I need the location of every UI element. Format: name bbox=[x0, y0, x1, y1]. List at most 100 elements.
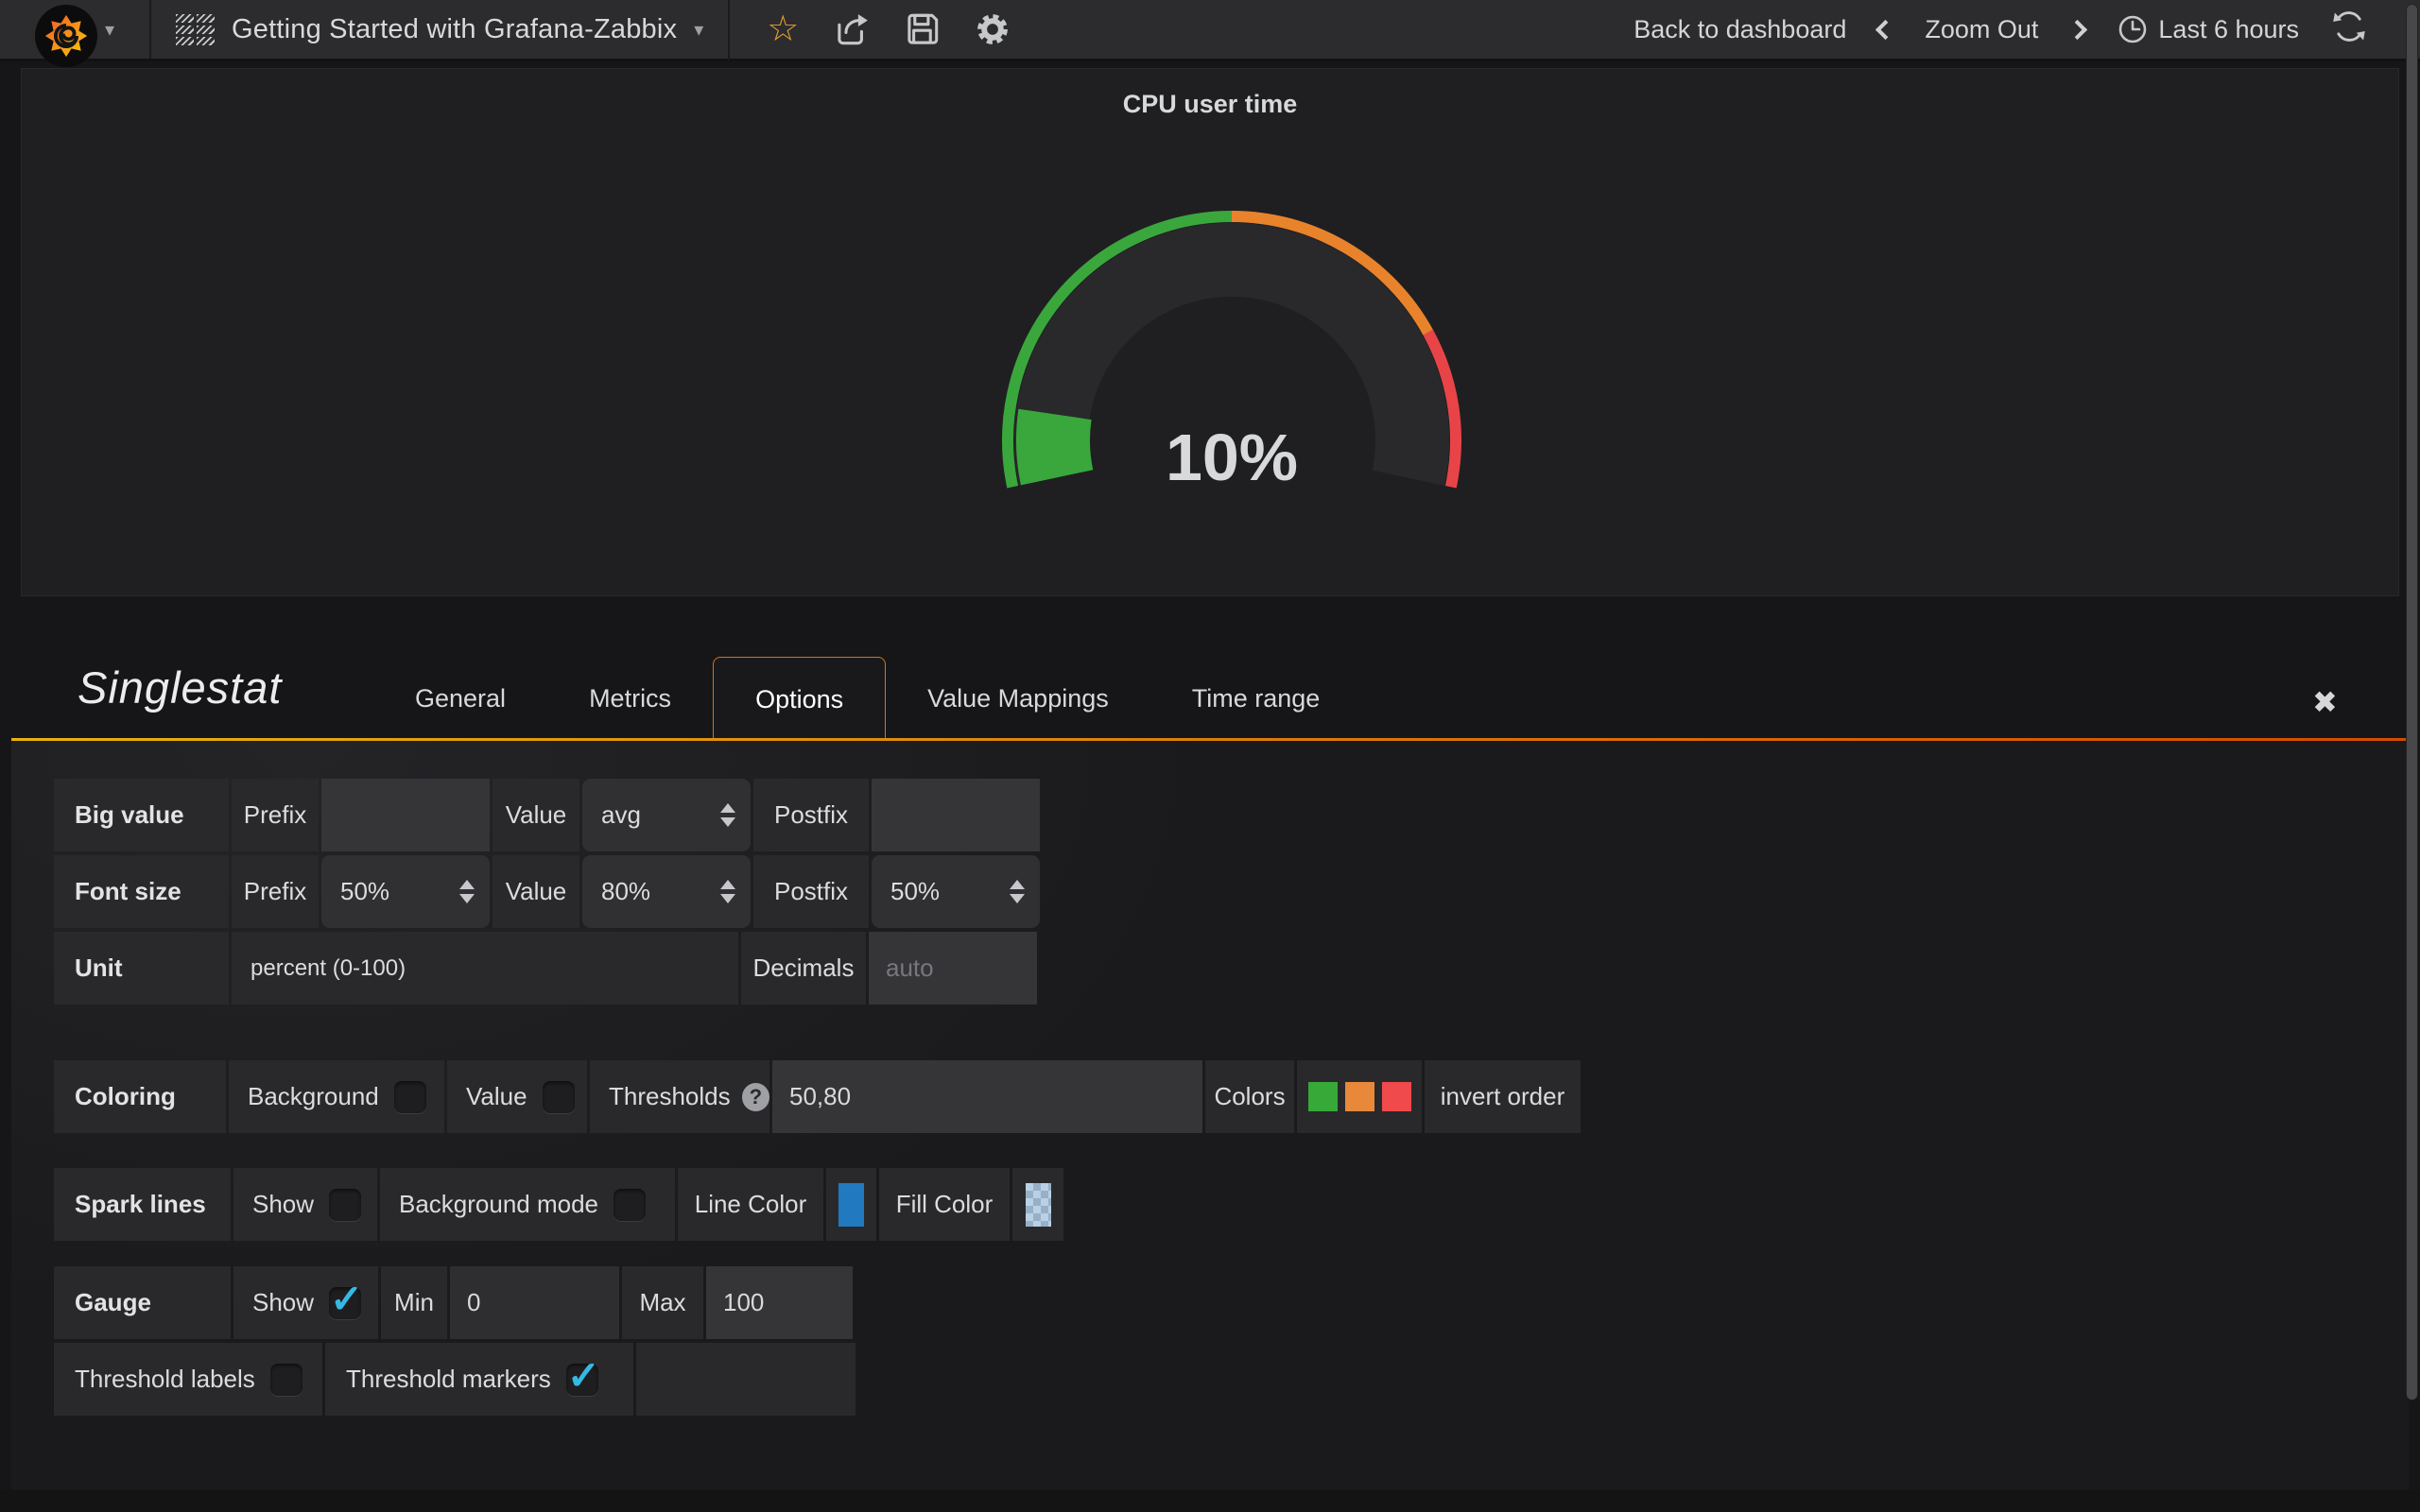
unit-row: Unit percent (0-100) Decimals bbox=[54, 932, 1040, 1005]
value-options-table: Big value Prefix Value avg Postfix Font … bbox=[54, 779, 1040, 1005]
gauge-row: Gauge Show ✓ Min Max bbox=[54, 1266, 856, 1339]
zoom-out-button[interactable]: Zoom Out bbox=[1925, 15, 2038, 44]
threshold-color-swatch-red[interactable] bbox=[1382, 1082, 1411, 1111]
color-swatches bbox=[1297, 1060, 1422, 1133]
unit-label: Unit bbox=[54, 932, 229, 1005]
line-color-cell bbox=[826, 1168, 876, 1241]
gauge-label: Gauge bbox=[54, 1266, 231, 1339]
time-range-picker[interactable]: Last 6 hours bbox=[2117, 13, 2299, 45]
threshold-labels-checkbox[interactable]: ✓ bbox=[270, 1364, 302, 1396]
grafana-logo-menu[interactable]: ▾ bbox=[0, 0, 151, 59]
tab-general[interactable]: General bbox=[373, 657, 547, 741]
clock-icon bbox=[2117, 13, 2149, 45]
singlestat-panel: CPU user time 10% bbox=[21, 68, 2399, 596]
gauge-value-text: 10% bbox=[1166, 421, 1298, 494]
line-color-label: Line Color bbox=[678, 1168, 823, 1241]
editor-panel-type-title: Singlestat bbox=[78, 662, 282, 713]
show-checkbox[interactable]: ✓ bbox=[329, 1287, 361, 1319]
postfix-label: Postfix bbox=[753, 855, 869, 928]
threshold-color-swatch-orange[interactable] bbox=[1345, 1082, 1374, 1111]
fill-color-cell bbox=[1012, 1168, 1063, 1241]
thresholds-label-cell: Thresholds ? bbox=[590, 1060, 769, 1133]
help-icon[interactable]: ? bbox=[742, 1083, 769, 1111]
threshold-labels-toggle[interactable]: Threshold labels ✓ bbox=[54, 1343, 322, 1416]
tab-metrics[interactable]: Metrics bbox=[547, 657, 713, 741]
tab-options[interactable]: Options bbox=[713, 657, 886, 741]
big-value-postfix-input[interactable] bbox=[872, 779, 1040, 851]
logo-dropdown-caret-icon: ▾ bbox=[105, 18, 114, 42]
prefix-label: Prefix bbox=[232, 779, 319, 851]
gauge-show-toggle[interactable]: Show ✓ bbox=[233, 1266, 378, 1339]
line-color-swatch[interactable] bbox=[838, 1183, 864, 1227]
fill-color-label: Fill Color bbox=[879, 1168, 1010, 1241]
gauge-visualization: 10% bbox=[986, 209, 1478, 560]
big-value-row: Big value Prefix Value avg Postfix bbox=[54, 779, 1040, 851]
coloring-label: Coloring bbox=[54, 1060, 226, 1133]
tab-value-mappings[interactable]: Value Mappings bbox=[886, 657, 1150, 741]
threshold-color-swatch-green[interactable] bbox=[1308, 1082, 1338, 1111]
coloring-value-toggle[interactable]: Value ✓ bbox=[447, 1060, 587, 1133]
vertical-scrollbar[interactable] bbox=[2406, 4, 2418, 1400]
check-icon: ✓ bbox=[330, 1276, 363, 1322]
decimals-input[interactable] bbox=[869, 932, 1037, 1005]
background-checkbox[interactable]: ✓ bbox=[394, 1081, 426, 1113]
panel-title[interactable]: CPU user time bbox=[22, 69, 2398, 119]
star-icon: ☆ bbox=[767, 11, 799, 47]
spark-lines-row: Spark lines Show ✓ Background mode ✓ Lin… bbox=[54, 1168, 1063, 1241]
spark-lines-table: Spark lines Show ✓ Background mode ✓ Lin… bbox=[54, 1168, 1063, 1241]
dashboard-title-picker[interactable]: Getting Started with Grafana-Zabbix ▾ bbox=[151, 0, 728, 59]
tab-time-range[interactable]: Time range bbox=[1150, 657, 1362, 741]
star-dashboard-button[interactable]: ☆ bbox=[762, 9, 804, 50]
fill-color-swatch[interactable] bbox=[1026, 1183, 1051, 1227]
postfix-label: Postfix bbox=[753, 779, 869, 851]
share-dashboard-button[interactable] bbox=[832, 9, 873, 50]
time-shift-forward-icon[interactable] bbox=[2067, 19, 2087, 39]
threshold-markers-checkbox[interactable]: ✓ bbox=[566, 1364, 598, 1396]
time-range-label: Last 6 hours bbox=[2158, 15, 2299, 44]
settings-button[interactable] bbox=[972, 9, 1013, 50]
value-checkbox[interactable]: ✓ bbox=[543, 1081, 575, 1113]
close-editor-icon[interactable]: ✖ bbox=[2312, 684, 2338, 720]
thresholds-input[interactable] bbox=[772, 1060, 1202, 1133]
font-size-row: Font size Prefix 50% Value 80% Postfix 5… bbox=[54, 855, 1040, 928]
save-icon bbox=[904, 10, 942, 48]
editor-tabs: General Metrics Options Value Mappings T… bbox=[373, 657, 1361, 741]
coloring-background-toggle[interactable]: Background ✓ bbox=[229, 1060, 444, 1133]
postfix-font-size-select[interactable]: 50% bbox=[872, 855, 1040, 928]
top-navbar: ▾ Getting Started with Grafana-Zabbix ▾ … bbox=[0, 0, 2420, 61]
refresh-button[interactable] bbox=[2331, 9, 2367, 51]
gauge-options-table: Gauge Show ✓ Min Max Threshold labels ✓ … bbox=[54, 1266, 856, 1416]
gear-icon bbox=[974, 10, 1011, 48]
prefix-font-size-select[interactable]: 50% bbox=[321, 855, 490, 928]
select-spinner-icon bbox=[1010, 880, 1025, 903]
sparkline-show-toggle[interactable]: Show ✓ bbox=[233, 1168, 377, 1241]
big-value-prefix-input[interactable] bbox=[321, 779, 490, 851]
select-spinner-icon bbox=[720, 803, 735, 827]
colors-label: Colors bbox=[1205, 1060, 1294, 1133]
background-mode-toggle[interactable]: Background mode ✓ bbox=[380, 1168, 675, 1241]
editor-options-pane: Big value Prefix Value avg Postfix Font … bbox=[11, 741, 2409, 1490]
page-bottom-strip bbox=[0, 1490, 2420, 1512]
select-spinner-icon bbox=[459, 880, 475, 903]
gauge-value-wedge bbox=[1053, 414, 1057, 477]
big-value-label: Big value bbox=[54, 779, 229, 851]
big-value-stat-select[interactable]: avg bbox=[582, 779, 751, 851]
invert-order-link[interactable]: invert order bbox=[1425, 1060, 1581, 1133]
min-label: Min bbox=[381, 1266, 447, 1339]
grafana-logo-icon bbox=[35, 5, 97, 67]
threshold-markers-toggle[interactable]: Threshold markers ✓ bbox=[325, 1343, 633, 1416]
gauge-min-input[interactable] bbox=[450, 1266, 619, 1339]
value-font-size-select[interactable]: 80% bbox=[582, 855, 751, 928]
refresh-icon bbox=[2331, 9, 2367, 44]
background-mode-checkbox[interactable]: ✓ bbox=[614, 1189, 646, 1221]
show-checkbox[interactable]: ✓ bbox=[329, 1189, 361, 1221]
time-shift-back-icon[interactable] bbox=[1876, 19, 1895, 39]
select-spinner-icon bbox=[720, 880, 735, 903]
unit-picker[interactable]: percent (0-100) bbox=[232, 932, 738, 1005]
back-to-dashboard-link[interactable]: Back to dashboard bbox=[1634, 15, 1846, 44]
gauge-max-input[interactable] bbox=[706, 1266, 853, 1339]
save-dashboard-button[interactable] bbox=[902, 9, 943, 50]
share-icon bbox=[834, 10, 872, 48]
spark-lines-label: Spark lines bbox=[54, 1168, 231, 1241]
dashboard-title: Getting Started with Grafana-Zabbix bbox=[232, 14, 677, 45]
